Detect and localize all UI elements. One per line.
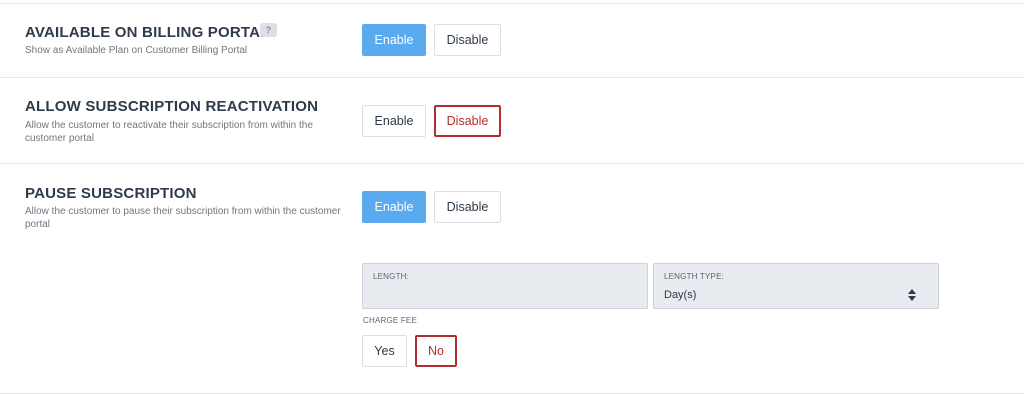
section-desc-billing-portal: Show as Available Plan on Customer Billi…	[25, 45, 248, 56]
divider-2	[0, 163, 1024, 164]
section-desc-pause: Allow the customer to pause their subscr…	[25, 206, 341, 230]
charge-fee-no-button[interactable]: No	[415, 335, 457, 367]
billing-portal-enable-button[interactable]: Enable	[362, 24, 426, 56]
divider-1	[0, 77, 1024, 78]
section-desc-reactivation: Allow the customer to reactivate their s…	[25, 120, 313, 144]
reactivation-enable-button[interactable]: Enable	[362, 105, 426, 137]
divider-bottom	[0, 393, 1024, 394]
charge-fee-yes-button[interactable]: Yes	[362, 335, 407, 367]
reactivation-disable-button[interactable]: Disable	[434, 105, 501, 137]
length-field-label: LENGTH:	[373, 272, 410, 281]
sort-arrows-icon	[908, 289, 916, 301]
length-type-value: Day(s)	[664, 289, 697, 301]
length-field[interactable]: LENGTH:	[362, 263, 648, 309]
billing-portal-disable-button[interactable]: Disable	[434, 24, 501, 56]
charge-fee-label: CHARGE FEE	[363, 316, 418, 325]
section-title-pause: PAUSE SUBSCRIPTION	[25, 185, 197, 202]
divider-top	[0, 3, 1024, 4]
section-title-billing-portal: AVAILABLE ON BILLING PORTAL	[25, 24, 270, 41]
pause-enable-button[interactable]: Enable	[362, 191, 426, 223]
help-icon[interactable]: ?	[260, 23, 277, 37]
length-type-label: LENGTH TYPE:	[664, 272, 725, 281]
section-title-reactivation: ALLOW SUBSCRIPTION REACTIVATION	[25, 98, 319, 115]
length-type-select[interactable]: LENGTH TYPE: Day(s)	[653, 263, 939, 309]
pause-disable-button[interactable]: Disable	[434, 191, 501, 223]
